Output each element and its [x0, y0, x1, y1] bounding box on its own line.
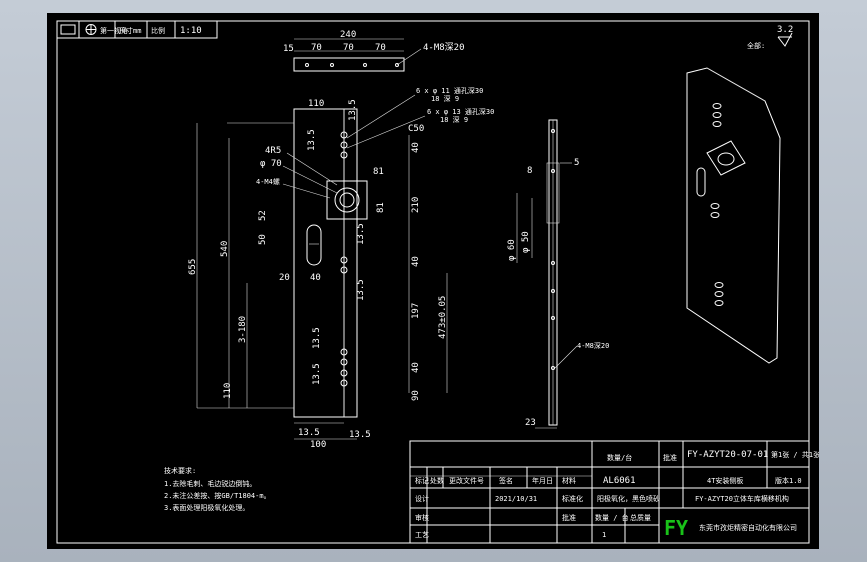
tb-approve-label: 批准 [562, 513, 576, 522]
title-block: 标记 处数 更改文件号 签名 年月日 设计 审核 工艺 2021/10/31 材… [409, 440, 820, 544]
tb-qty: 1 [602, 531, 606, 539]
dim-15: 15 [283, 44, 294, 54]
dim-13-5-a: 13.5 [312, 327, 322, 349]
notes-line2: 2.未注公差按、按GB/T1804-m。 [164, 491, 271, 500]
side-dim-phi50: φ 50 [521, 231, 531, 253]
tb-surface: 阳极氧化，黑色喷砂 [597, 494, 660, 503]
dim-50: 50 [258, 234, 268, 245]
tb-date-label: 年月日 [532, 476, 553, 485]
dim-40b: 40 [411, 142, 421, 153]
notes-line3: 3.表面处理阳极氧化处理。 [164, 503, 249, 512]
side-dim-23: 23 [525, 418, 536, 428]
dim-w110: 110 [308, 99, 324, 109]
cad-drawing: 第一视角 尺寸mm 比例 1:10 3.2 全部: 240 15 70 70 7… [56, 20, 820, 544]
dim-655: 655 [188, 259, 198, 275]
tb-part-name: 4T安装侧板 [707, 476, 743, 485]
header-item2: 尺寸mm [119, 26, 141, 35]
dim-70b: 70 [343, 43, 354, 53]
tb-sheet: 第1张 / 共1张 [771, 450, 819, 459]
dim-240: 240 [340, 30, 356, 40]
tb-check-label: 审核 [415, 513, 429, 522]
notes-title: 技术要求: [164, 466, 196, 475]
isometric-view [686, 67, 781, 364]
side-dim-phi60: φ 60 [507, 239, 517, 261]
dim-40d: 40 [411, 362, 421, 373]
top-view: 240 15 70 70 70 4-M8深20 [283, 30, 465, 72]
note-4m4: 4-M4螺 [256, 177, 280, 186]
tb-drawing-no: FY-AZYT20-07-01 [687, 450, 768, 460]
dim-4r5: 4R5 [265, 146, 281, 156]
tb-sign-label: 签名 [499, 476, 513, 485]
projection-header: 第一视角 尺寸mm 比例 1:10 [56, 20, 218, 39]
slot [306, 224, 322, 266]
dim-52: 52 [258, 210, 268, 221]
side-note-m8: 4-M8深20 [577, 341, 609, 350]
iso-plate [686, 67, 781, 364]
tb-mark-label: 标记 [415, 476, 429, 485]
counterbore-note-1: 6 x φ 11 通孔深30 [416, 86, 483, 95]
iso-lock-pocket [706, 140, 746, 176]
tb-material-label: 材料 [562, 476, 576, 485]
dim-110: 110 [223, 383, 233, 399]
lock-pocket [326, 180, 368, 220]
dim-13-5-b: 13.5 [312, 363, 322, 385]
dim-13-5-d: 13.5 [356, 279, 366, 301]
roughness-symbol: 3.2 全部: [747, 25, 793, 50]
company-logo: FY [664, 516, 688, 540]
tb-project: FY-AZYT20立体车库横移机构 [695, 494, 789, 503]
counterbore-note-2b: 18 深 9 [440, 115, 468, 124]
tb-qty-unit: 数量 / 台 [595, 513, 629, 522]
header-item3: 比例 [151, 26, 165, 35]
hole-note-top: 4-M8深20 [423, 42, 465, 53]
dim-13-5-c: 13.5 [356, 223, 366, 245]
front-view: 110 13.5 6 x φ 11 通孔深30 18 深 9 6 x φ 13 … [188, 86, 494, 450]
iso-holes [710, 103, 724, 306]
tb-material: AL6061 [603, 476, 636, 486]
counterbore-note-1b: 18 深 9 [431, 94, 459, 103]
dim-81b: 81 [376, 202, 386, 213]
side-dim-5: 5 [574, 158, 579, 168]
tb-total-label: 数量/台 [607, 453, 632, 462]
tb-company: 东莞市孜炬精密自动化有限公司 [699, 523, 797, 532]
dim-197: 197 [411, 303, 421, 319]
tb-designer-label: 设计 [415, 494, 429, 503]
tb-date: 2021/10/31 [495, 495, 537, 503]
projection-symbol-icon [60, 24, 76, 35]
roughness-value: 3.2 [777, 25, 793, 35]
dim-100: 100 [310, 440, 326, 450]
notes-line1: 1.去除毛刺、毛边锐边倒钝。 [164, 479, 256, 488]
dim-70c: 70 [375, 43, 386, 53]
roughness-note: 全部: [747, 41, 765, 50]
technical-notes: 技术要求: 1.去除毛刺、毛边锐边倒钝。 2.未注公差按、按GB/T1804-m… [164, 466, 271, 512]
dim-c50: C50 [408, 124, 424, 134]
tb-count-label: 处数 [430, 476, 444, 485]
dim-81a: 81 [373, 167, 384, 177]
dim-540: 540 [220, 241, 230, 257]
dim-90: 90 [411, 390, 421, 401]
dim-40a: 40 [310, 273, 321, 283]
dim-40c: 40 [411, 256, 421, 267]
dim-473: 473±0.05 [438, 296, 448, 339]
counterbore-note-2: 6 x φ 13 通孔深30 [427, 107, 494, 116]
tb-drawing-no-label: 批准 [663, 453, 677, 462]
tb-standard-label: 标准化 [562, 494, 583, 503]
dim-20: 20 [279, 273, 290, 283]
dim-3-180: 3-180 [238, 316, 248, 343]
dim-13-5-e: 13.5 [307, 129, 317, 151]
dim-13-5-low: 13.5 [298, 428, 320, 438]
dim-70a: 70 [311, 43, 322, 53]
dim-13-5-f: 13.5 [349, 430, 371, 440]
drawing-sheet: 第一视角 尺寸mm 比例 1:10 3.2 全部: 240 15 70 70 7… [47, 13, 820, 549]
tb-process-label: 工艺 [415, 531, 429, 539]
side-view: 8 5 φ 60 φ 50 4-M8深20 23 [507, 119, 609, 429]
iso-slot [696, 167, 706, 197]
header-scale: 1:10 [180, 26, 202, 36]
tb-version: 版本1.0 [775, 476, 802, 485]
dim-phi70: φ 70 [260, 159, 282, 169]
tb-change-label: 更改文件号 [449, 476, 484, 485]
tb-weight-label: 总质量 [630, 513, 651, 522]
dim-13-5-top: 13.5 [348, 99, 358, 121]
dim-210: 210 [411, 197, 421, 213]
side-dim-8: 8 [527, 166, 532, 176]
